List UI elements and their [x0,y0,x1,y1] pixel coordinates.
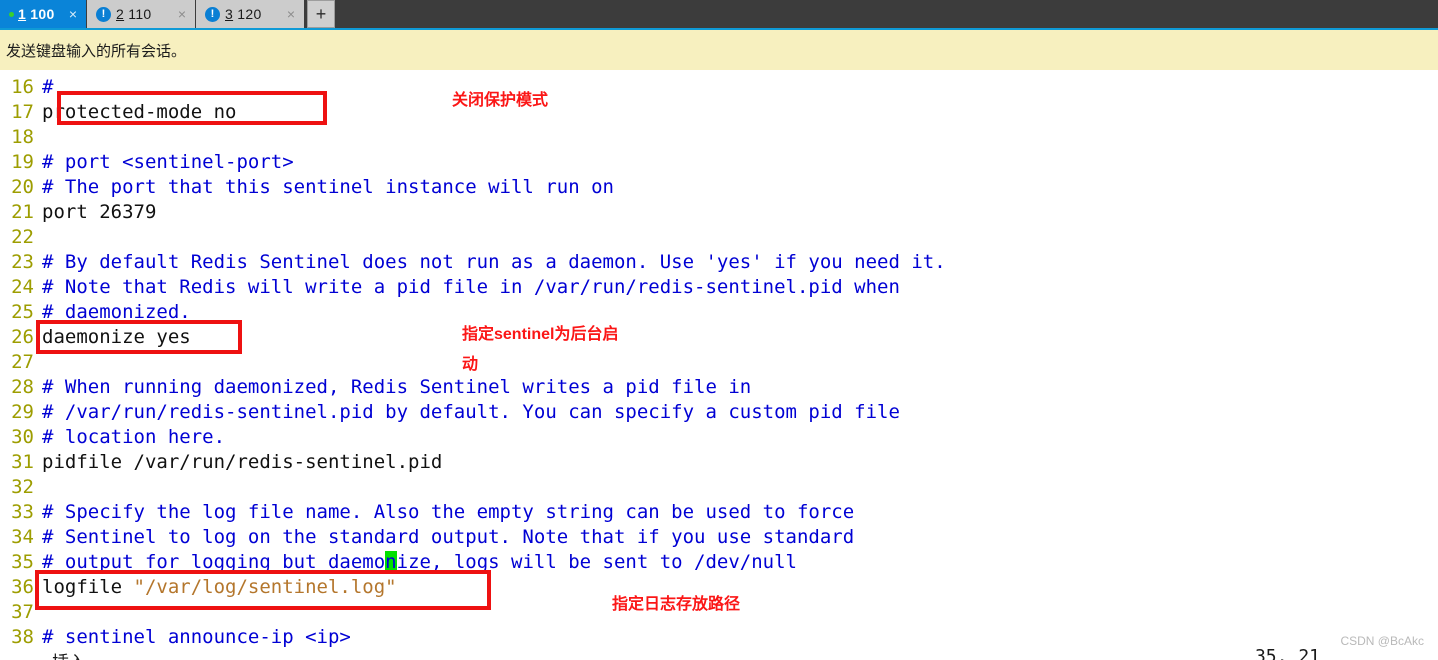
close-icon[interactable]: × [282,6,300,22]
broadcast-notice-bar: 发送键盘输入的所有会话。 [0,30,1438,70]
code-token: port 26379 [42,201,157,223]
line-number: 16 [11,76,34,98]
close-icon[interactable]: × [173,6,191,22]
code-line-33: 33 # Specify the log file name. Also the … [0,500,854,525]
editor-mode-indicator: 插入 [52,648,86,660]
line-number: 17 [11,101,34,123]
code-line-20: 20 # The port that this sentinel instance… [0,175,614,200]
code-line-18: 18 [0,125,42,150]
line-number: 18 [11,126,34,148]
code-line-38: 38 # sentinel announce-ip <ip> [0,625,351,650]
line-number: 28 [11,376,34,398]
tab-session-2-name: 110 [124,6,152,22]
tab-session-3-mnemonic: 3 [225,6,234,22]
line-number: 32 [11,476,34,498]
tab-session-2-mnemonic: 2 [116,6,125,22]
line-number: 21 [11,201,34,223]
tab-session-2-label: 2 110 [116,6,173,22]
code-token: # Note that Redis will write a pid file … [42,276,900,298]
code-token: # Specify the log file name. Also the em… [42,501,855,523]
tab-session-1-mnemonic: 1 [18,6,27,22]
code-token: # location here. [42,426,226,448]
code-token: # The port that this sentinel instance w… [42,176,614,198]
code-line-16: 16 # [0,75,53,100]
cursor-position-indicator: 35, 21 [1254,646,1320,660]
line-number: 30 [11,426,34,448]
tab-session-3-name: 120 [233,6,262,22]
warning-circle-icon: ! [96,6,111,22]
tab-bar: 1 100 × ! 2 110 × ! 3 120 × + [0,0,1438,30]
code-line-31: 31 pidfile /var/run/redis-sentinel.pid [0,450,442,475]
code-token: # By default Redis Sentinel does not run… [42,251,946,273]
code-line-21: 21 port 26379 [0,200,156,225]
line-number: 33 [11,501,34,523]
code-token: # Sentinel to log on the standard output… [42,526,855,548]
code-line-28: 28 # When running daemonized, Redis Senti… [0,375,751,400]
line-number: 19 [11,151,34,173]
tab-session-3[interactable]: ! 3 120 × [196,0,304,28]
tab-session-2[interactable]: ! 2 110 × [87,0,195,28]
line-number: 31 [11,451,34,473]
code-token: pidfile /var/run/redis-sentinel.pid [42,451,443,473]
daemonize-highlight [36,320,242,354]
code-token: # sentinel announce-ip <ip> [42,626,351,648]
code-token: # port <sentinel-port> [42,151,294,173]
logfile-highlight [35,570,491,610]
watermark: CSDN @BcAkc [1340,634,1424,648]
tab-session-1-label: 1 100 [18,6,64,22]
line-number: 24 [11,276,34,298]
broadcast-notice-text: 发送键盘输入的所有会话。 [6,42,187,60]
warning-circle-icon: ! [205,6,220,22]
annotation-text-3: 指定日志存放路径 [612,596,741,613]
tab-session-1-name: 100 [26,6,55,22]
code-token: # /var/run/redis-sentinel.pid by default… [42,401,900,423]
line-number: 29 [11,401,34,423]
line-number: 38 [11,626,34,648]
line-number: 20 [11,176,34,198]
protected-mode-highlight [57,91,327,125]
green-dot-icon [9,11,14,17]
tab-session-1[interactable]: 1 100 × [0,0,86,28]
code-token: # [42,76,54,98]
tab-session-3-label: 3 120 [225,6,282,22]
code-line-24: 24 # Note that Redis will write a pid fil… [0,275,900,300]
code-line-32: 32 [0,475,42,500]
code-token: # When running daemonized, Redis Sentine… [42,376,752,398]
code-line-23: 23 # By default Redis Sentinel does not r… [0,250,946,275]
line-number: 22 [11,226,34,248]
new-tab-button[interactable]: + [307,0,335,28]
line-number: 34 [11,526,34,548]
close-icon[interactable]: × [64,6,82,22]
code-line-22: 22 [0,225,42,250]
code-line-30: 30 # location here. [0,425,225,450]
code-line-29: 29 # /var/run/redis-sentinel.pid by defau… [0,400,900,425]
code-line-34: 34 # Sentinel to log on the standard outp… [0,525,854,550]
code-line-19: 19 # port <sentinel-port> [0,150,294,175]
annotation-text-2: 指定sentinel为后台启 动 [462,326,619,373]
annotation-text-1: 关闭保护模式 [452,92,549,109]
line-number: 23 [11,251,34,273]
